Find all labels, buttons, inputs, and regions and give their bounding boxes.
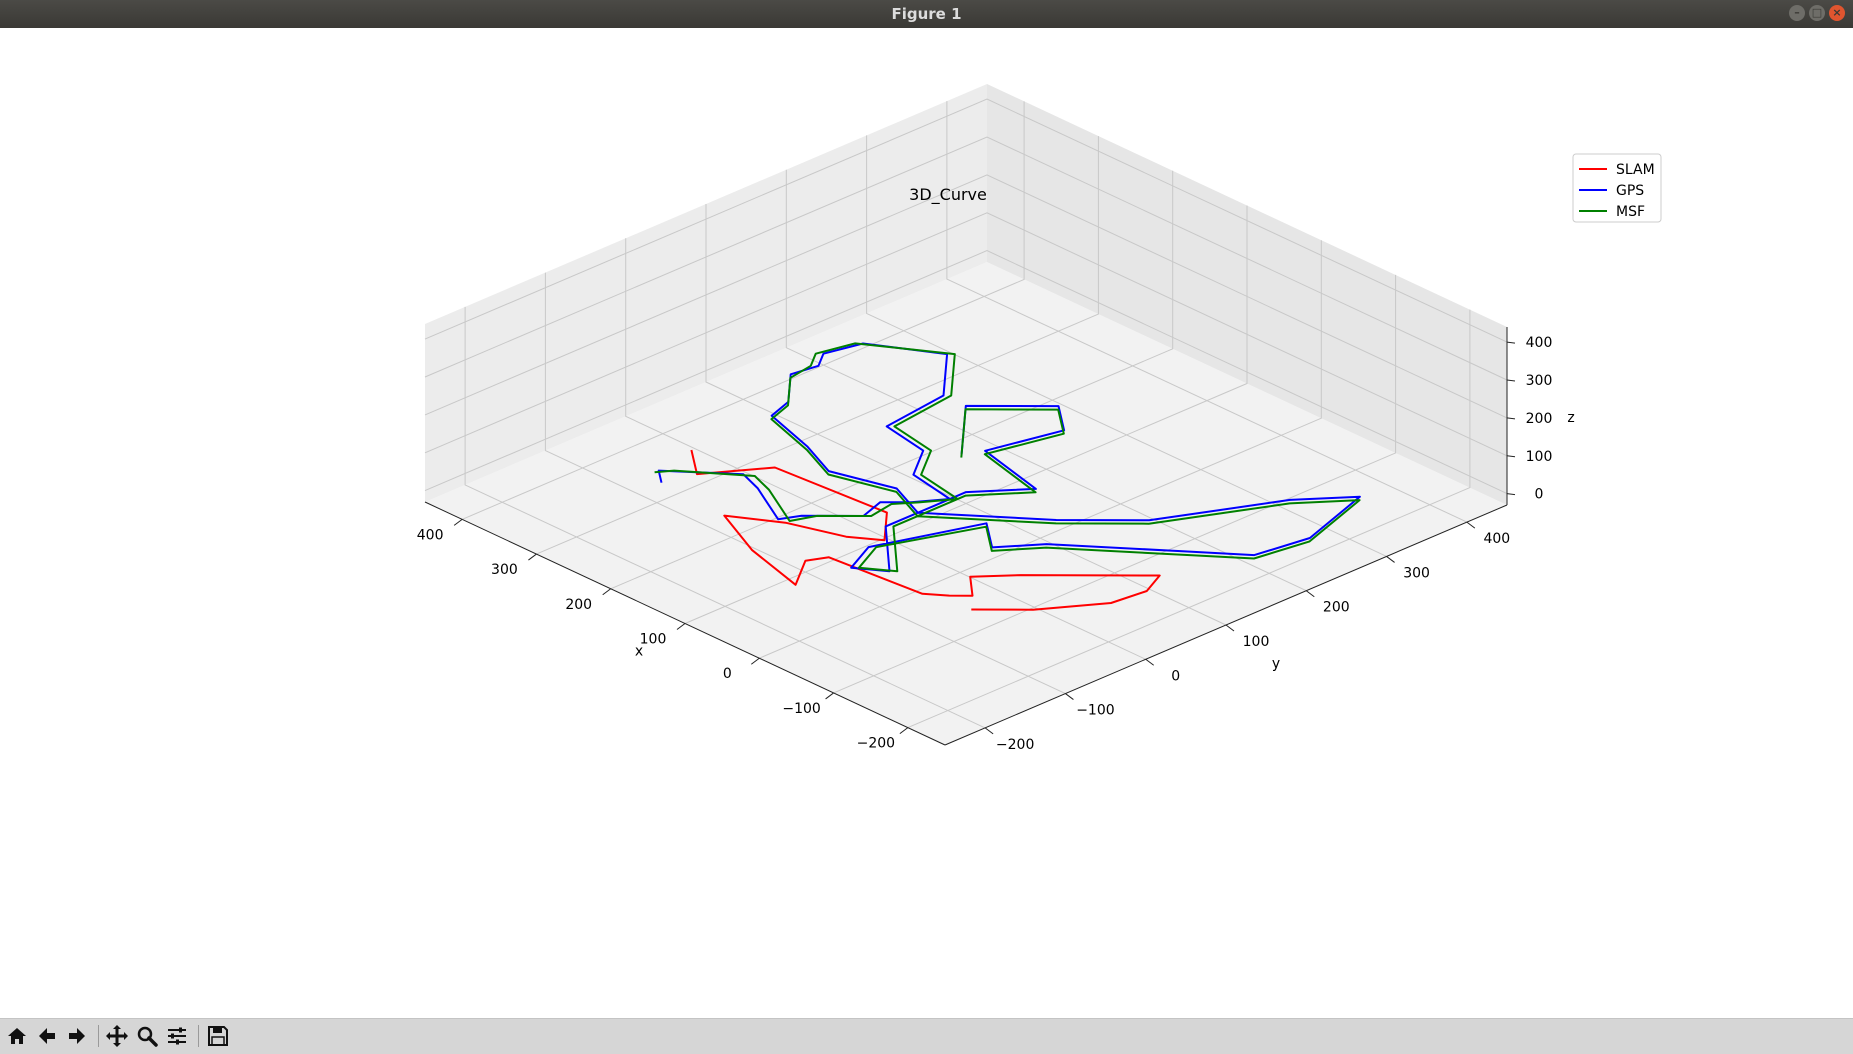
x-tick-label: 200: [565, 597, 592, 613]
x-tick-label: −100: [782, 701, 820, 717]
y-tick-label: −200: [996, 737, 1034, 753]
z-tick-mark: [1506, 341, 1516, 344]
magnifier-icon: [137, 1026, 158, 1047]
zoom-button[interactable]: [133, 1022, 161, 1050]
close-icon[interactable]: ×: [1829, 5, 1845, 21]
legend-label: MSF: [1616, 204, 1645, 220]
y-tick-label: 200: [1323, 600, 1350, 616]
move-icon: [106, 1025, 128, 1047]
y-tick-label: 0: [1171, 668, 1180, 684]
figure-canvas[interactable]: −200 −100 0 100 200 300 400 −200 −100 0 100 200 300 4…: [0, 28, 1853, 1018]
z-tick-mark: [1506, 417, 1516, 420]
legend-label: GPS: [1616, 183, 1644, 199]
x-tick-mark: [899, 727, 909, 735]
chart-title: 3D_Curve: [909, 185, 987, 205]
z-tick-label: 400: [1526, 335, 1553, 351]
x-tick-label: 100: [640, 632, 667, 648]
back-button[interactable]: [33, 1022, 61, 1050]
y-tick-mark: [1466, 521, 1476, 529]
x-tick-mark: [750, 657, 760, 665]
window-titlebar: Figure 1 – □ ×: [0, 0, 1853, 28]
forward-button[interactable]: [63, 1022, 91, 1050]
y-axis-label: y: [1272, 656, 1280, 672]
pan-button[interactable]: [103, 1022, 131, 1050]
home-icon: [8, 1028, 26, 1044]
z-tick-mark: [1506, 493, 1516, 496]
y-tick-mark: [1386, 556, 1395, 563]
save-button[interactable]: [204, 1022, 232, 1050]
z-tick-label: 300: [1526, 373, 1553, 389]
z-tick-label: 200: [1526, 411, 1553, 427]
floppy-icon: [208, 1026, 228, 1046]
y-tick-mark: [1305, 590, 1315, 598]
minimize-icon[interactable]: –: [1789, 5, 1805, 21]
sliders-icon: [168, 1027, 186, 1045]
x-tick-label: −200: [857, 736, 895, 752]
navigation-toolbar: [0, 1018, 1853, 1054]
toolbar-separator: [98, 1025, 99, 1047]
y-tick-mark: [1225, 624, 1235, 632]
home-button[interactable]: [3, 1022, 31, 1050]
y-tick-label: −100: [1076, 703, 1114, 719]
arrow-right-icon: [69, 1028, 85, 1044]
x-tick-mark: [676, 623, 686, 630]
legend: SLAM GPS MSF: [1572, 153, 1662, 223]
configure-subplots-button[interactable]: [163, 1022, 191, 1050]
x-tick-label: 300: [491, 562, 518, 578]
window-controls: – □ ×: [1789, 5, 1845, 21]
toolbar-separator: [198, 1025, 199, 1047]
maximize-icon[interactable]: □: [1809, 5, 1825, 21]
z-axis-label: z: [1567, 410, 1574, 426]
y-tick-mark: [1065, 693, 1074, 700]
y-tick-mark: [1145, 658, 1155, 666]
x-tick-label: 400: [417, 527, 444, 543]
x-tick-label: 0: [723, 666, 732, 682]
z-tick-mark: [1506, 455, 1516, 458]
z-tick-mark: [1506, 379, 1516, 382]
x-tick-mark: [825, 692, 834, 700]
x-axis-label: x: [635, 644, 643, 660]
x-tick-mark: [453, 518, 463, 526]
y-tick-label: 300: [1403, 565, 1430, 581]
arrow-left-icon: [39, 1028, 55, 1044]
3d-plot[interactable]: −200 −100 0 100 200 300 400 −200 −100 0 100 200 300 4…: [0, 28, 1853, 1018]
legend-label: SLAM: [1616, 162, 1655, 178]
x-tick-mark: [528, 553, 537, 561]
y-tick-label: 400: [1483, 531, 1510, 547]
y-tick-label: 100: [1243, 634, 1270, 650]
z-tick-label: 100: [1526, 449, 1553, 465]
x-tick-mark: [602, 588, 612, 596]
y-tick-mark: [984, 727, 994, 735]
z-tick-label: 0: [1535, 487, 1544, 503]
window-title: Figure 1: [891, 5, 962, 23]
